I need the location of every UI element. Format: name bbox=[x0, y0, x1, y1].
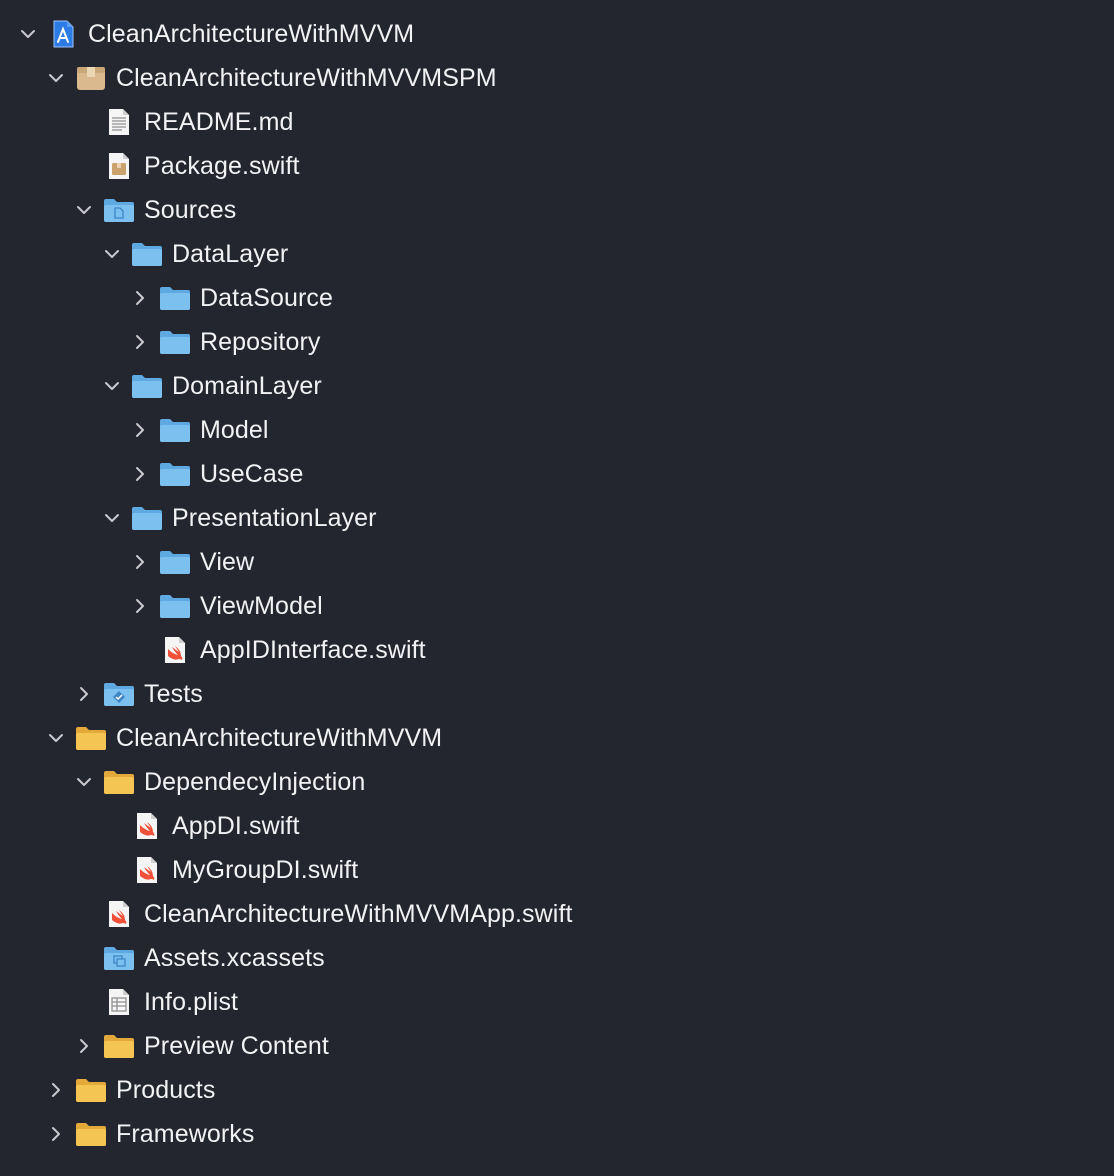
navigator-item-label: Frameworks bbox=[116, 1120, 255, 1148]
navigator-item-viewmodel[interactable]: ViewModel bbox=[0, 584, 1114, 628]
blue-folder-icon bbox=[159, 284, 191, 312]
yellow-folder-icon bbox=[75, 1120, 107, 1148]
swift-file-icon bbox=[159, 636, 191, 664]
chevron-right-icon[interactable] bbox=[47, 1125, 65, 1143]
navigator-item-label: View bbox=[200, 548, 255, 576]
navigator-item-label: Repository bbox=[200, 328, 321, 356]
chevron-down-icon[interactable] bbox=[47, 729, 65, 747]
chevron-right-icon[interactable] bbox=[131, 289, 149, 307]
chevron-down-icon[interactable] bbox=[75, 201, 93, 219]
blue-tests-folder-icon bbox=[103, 680, 135, 708]
navigator-item-frameworks[interactable]: Frameworks bbox=[0, 1112, 1114, 1156]
package-manifest-icon bbox=[103, 152, 135, 180]
blue-folder-icon bbox=[131, 504, 163, 532]
chevron-down-icon[interactable] bbox=[103, 377, 121, 395]
yellow-folder-icon bbox=[103, 768, 135, 796]
navigator-item-view[interactable]: View bbox=[0, 540, 1114, 584]
blue-folder-icon bbox=[131, 240, 163, 268]
chevron-right-icon[interactable] bbox=[75, 1037, 93, 1055]
blue-sources-folder-icon bbox=[103, 196, 135, 224]
chevron-right-icon[interactable] bbox=[75, 685, 93, 703]
navigator-item-package-swift[interactable]: Package.swift bbox=[0, 144, 1114, 188]
navigator-item-tests[interactable]: Tests bbox=[0, 672, 1114, 716]
navigator-item-label: DependecyInjection bbox=[144, 768, 366, 796]
navigator-item-assets-xcassets[interactable]: Assets.xcassets bbox=[0, 936, 1114, 980]
yellow-folder-icon bbox=[103, 1032, 135, 1060]
navigator-item-sources[interactable]: Sources bbox=[0, 188, 1114, 232]
navigator-item-domainlayer[interactable]: DomainLayer bbox=[0, 364, 1114, 408]
navigator-item-datalayer[interactable]: DataLayer bbox=[0, 232, 1114, 276]
chevron-right-icon[interactable] bbox=[131, 597, 149, 615]
navigator-item-products[interactable]: Products bbox=[0, 1068, 1114, 1112]
blue-folder-icon bbox=[131, 372, 163, 400]
navigator-item-label: DomainLayer bbox=[172, 372, 322, 400]
navigator-item-label: Assets.xcassets bbox=[144, 944, 325, 972]
navigator-item-label: CleanArchitectureWithMVVM bbox=[116, 724, 443, 752]
navigator-item-label: CleanArchitectureWithMVVMSPM bbox=[116, 64, 497, 92]
navigator-item-appdi-swift[interactable]: AppDI.swift bbox=[0, 804, 1114, 848]
navigator-item-cleanarchitecturewithmvvmspm[interactable]: CleanArchitectureWithMVVMSPM bbox=[0, 56, 1114, 100]
chevron-right-icon[interactable] bbox=[47, 1081, 65, 1099]
navigator-item-label: Sources bbox=[144, 196, 237, 224]
navigator-item-label: CleanArchitectureWithMVVM bbox=[88, 20, 415, 48]
swift-file-icon bbox=[131, 812, 163, 840]
navigator-item-label: Package.swift bbox=[144, 152, 300, 180]
yellow-folder-icon bbox=[75, 1076, 107, 1104]
blue-folder-icon bbox=[159, 328, 191, 356]
blue-folder-icon bbox=[159, 460, 191, 488]
navigator-item-model[interactable]: Model bbox=[0, 408, 1114, 452]
navigator-item-cleanarchitecturewithmvvmapp-swift[interactable]: CleanArchitectureWithMVVMApp.swift bbox=[0, 892, 1114, 936]
navigator-item-mygroupdi-swift[interactable]: MyGroupDI.swift bbox=[0, 848, 1114, 892]
navigator-item-label: Info.plist bbox=[144, 988, 239, 1016]
blue-folder-icon bbox=[159, 416, 191, 444]
navigator-item-label: DataSource bbox=[200, 284, 334, 312]
swift-file-icon bbox=[103, 900, 135, 928]
blue-folder-icon bbox=[159, 592, 191, 620]
chevron-down-icon[interactable] bbox=[103, 245, 121, 263]
markdown-file-icon bbox=[103, 108, 135, 136]
asset-catalog-icon bbox=[103, 944, 135, 972]
navigator-item-presentationlayer[interactable]: PresentationLayer bbox=[0, 496, 1114, 540]
chevron-right-icon[interactable] bbox=[131, 465, 149, 483]
navigator-item-label: PresentationLayer bbox=[172, 504, 377, 532]
navigator-item-label: ViewModel bbox=[200, 592, 323, 620]
navigator-item-datasource[interactable]: DataSource bbox=[0, 276, 1114, 320]
chevron-right-icon[interactable] bbox=[131, 553, 149, 571]
navigator-item-label: README.md bbox=[144, 108, 294, 136]
navigator-item-label: UseCase bbox=[200, 460, 304, 488]
navigator-item-label: MyGroupDI.swift bbox=[172, 856, 359, 884]
xcode-project-icon bbox=[47, 20, 79, 48]
plist-file-icon bbox=[103, 988, 135, 1016]
navigator-item-label: AppDI.swift bbox=[172, 812, 300, 840]
navigator-item-label: Tests bbox=[144, 680, 203, 708]
navigator-item-dependecyinjection[interactable]: DependecyInjection bbox=[0, 760, 1114, 804]
navigator-item-label: Products bbox=[116, 1076, 216, 1104]
navigator-item-label: Preview Content bbox=[144, 1032, 329, 1060]
navigator-item-repository[interactable]: Repository bbox=[0, 320, 1114, 364]
chevron-down-icon[interactable] bbox=[19, 25, 37, 43]
blue-folder-icon bbox=[159, 548, 191, 576]
navigator-item-info-plist[interactable]: Info.plist bbox=[0, 980, 1114, 1024]
chevron-right-icon[interactable] bbox=[131, 421, 149, 439]
navigator-item-usecase[interactable]: UseCase bbox=[0, 452, 1114, 496]
swift-file-icon bbox=[131, 856, 163, 884]
navigator-item-preview-content[interactable]: Preview Content bbox=[0, 1024, 1114, 1068]
navigator-item-appidinterface-swift[interactable]: AppIDInterface.swift bbox=[0, 628, 1114, 672]
navigator-item-label: CleanArchitectureWithMVVMApp.swift bbox=[144, 900, 573, 928]
chevron-down-icon[interactable] bbox=[75, 773, 93, 791]
navigator-item-cleanarchitecturewithmvvm[interactable]: CleanArchitectureWithMVVM bbox=[0, 716, 1114, 760]
navigator-item-label: AppIDInterface.swift bbox=[200, 636, 426, 664]
package-icon bbox=[75, 64, 107, 92]
chevron-right-icon[interactable] bbox=[131, 333, 149, 351]
project-navigator: CleanArchitectureWithMVVM CleanArchitect… bbox=[0, 0, 1114, 1176]
navigator-item-readme-md[interactable]: README.md bbox=[0, 100, 1114, 144]
navigator-item-label: DataLayer bbox=[172, 240, 289, 268]
chevron-down-icon[interactable] bbox=[103, 509, 121, 527]
chevron-down-icon[interactable] bbox=[47, 69, 65, 87]
navigator-item-cleanarchitecturewithmvvm[interactable]: CleanArchitectureWithMVVM bbox=[0, 12, 1114, 56]
navigator-item-label: Model bbox=[200, 416, 269, 444]
yellow-folder-icon bbox=[75, 724, 107, 752]
